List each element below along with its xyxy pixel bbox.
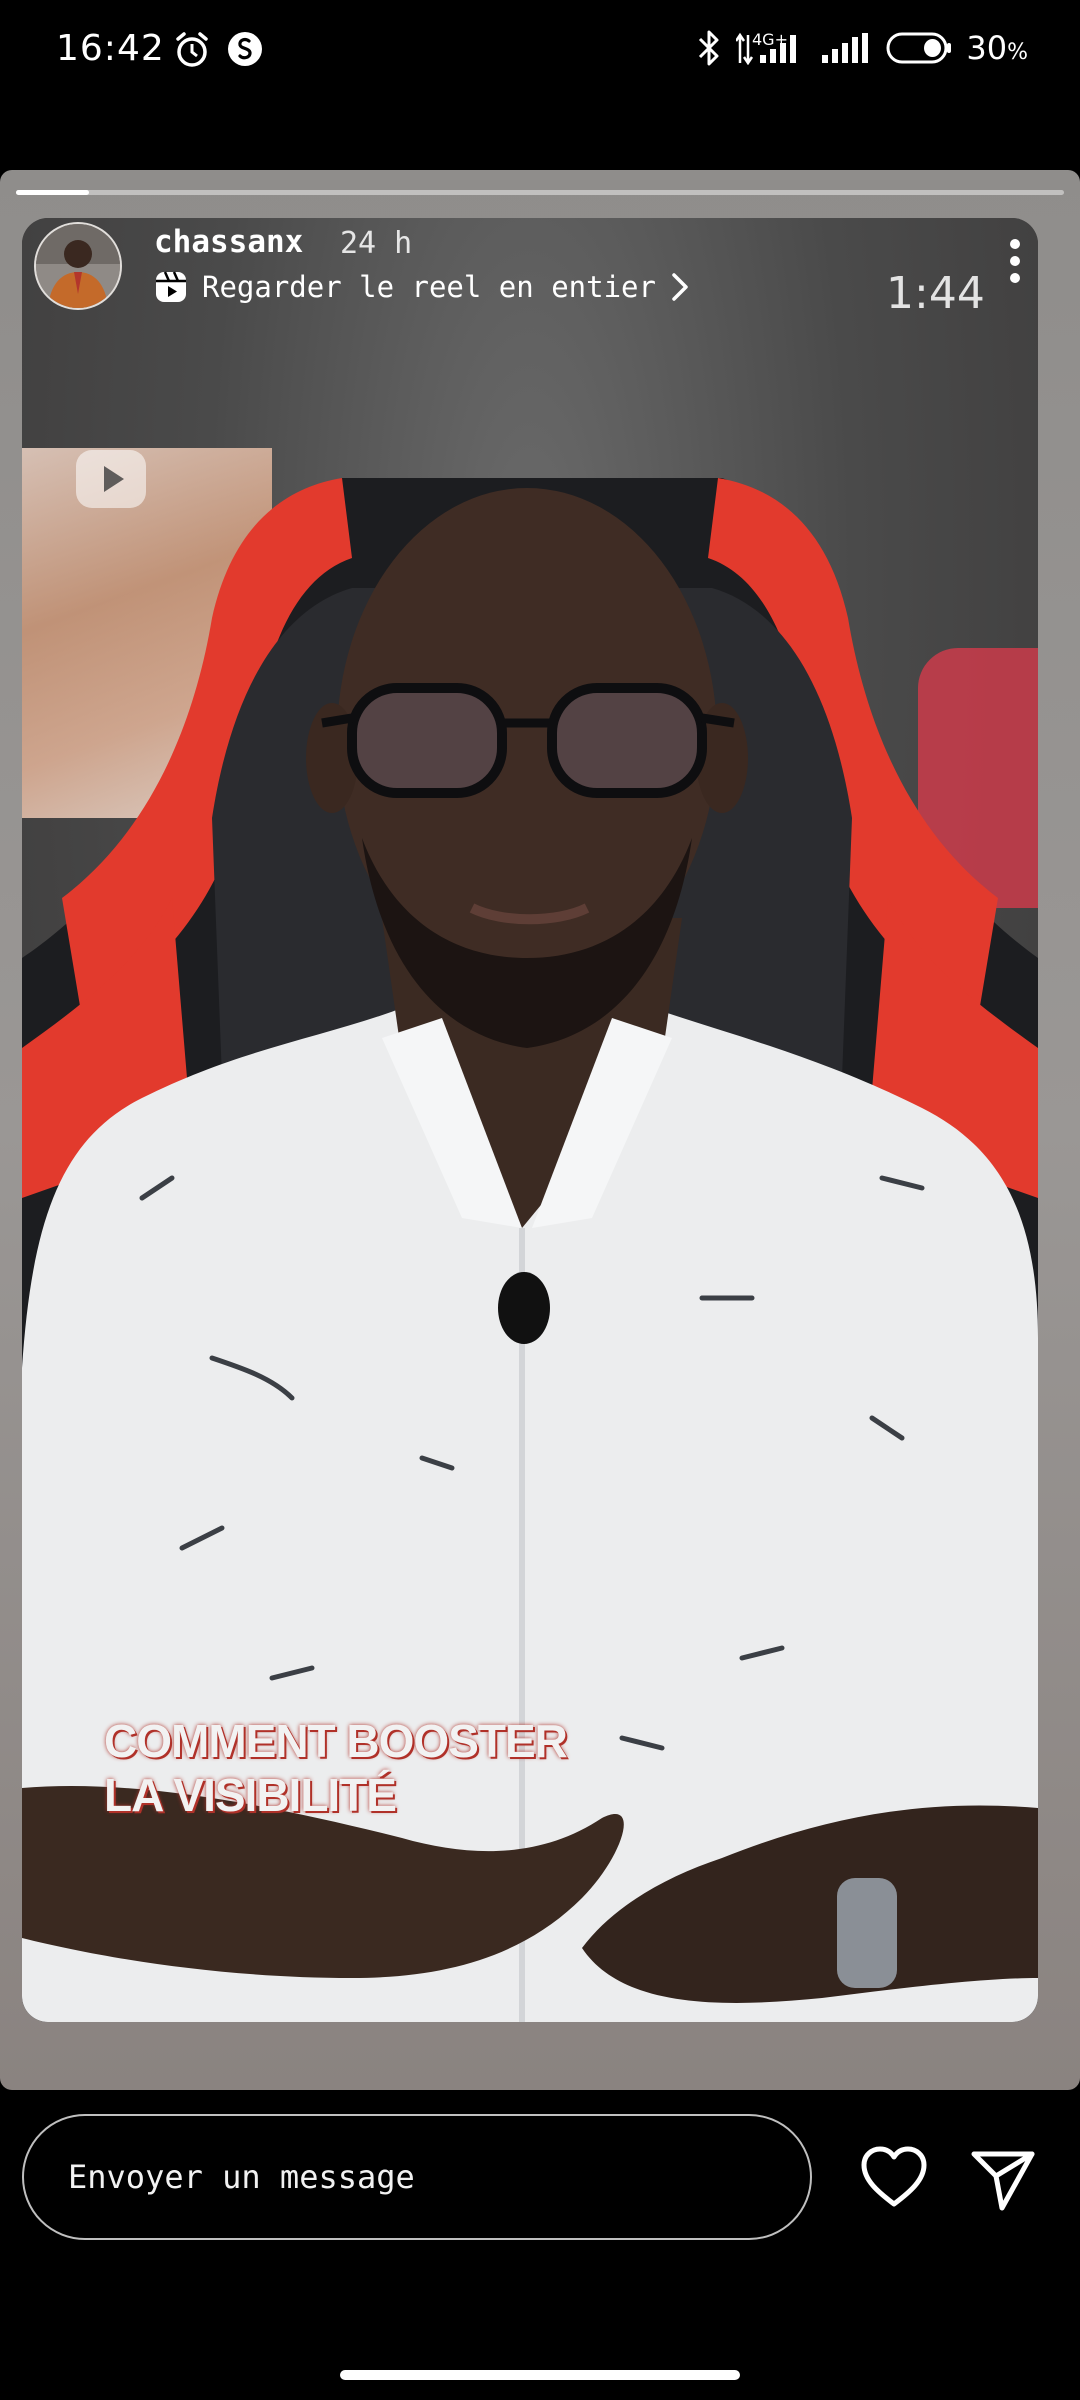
bluetooth-icon [699,30,719,66]
avatar-image [36,224,120,308]
status-left-icons [172,30,264,70]
chevron-right-icon [672,273,688,301]
heart-icon[interactable] [858,2142,930,2214]
status-time: 16:42 [56,28,165,69]
story-progress-fill [16,190,90,195]
status-bar: 16:42 4G+ 30% [0,0,1080,110]
caption-line-1: COMMENT BOOSTER [104,1715,568,1767]
send-icon[interactable] [968,2144,1038,2214]
story-frame[interactable]: COMMENT BOOSTER LA VISIBILITÉ chassanx [0,170,1080,2090]
battery-icon [886,32,952,64]
status-right-icons: 30% [696,28,1028,68]
battery-value: 30 [966,29,1008,67]
caption-line-2: LA VISIBILITÉ [104,1769,397,1821]
more-vertical-icon[interactable] [1000,236,1030,286]
reel-preview-card[interactable]: COMMENT BOOSTER LA VISIBILITÉ chassanx [22,218,1038,2022]
video-caption: COMMENT BOOSTER LA VISIBILITÉ [104,1714,568,1822]
battery-level: 30% [966,29,1028,67]
watch-full-reel-link[interactable]: Regarder le reel en entier [154,270,690,304]
play-badge-icon [76,450,146,508]
home-indicator[interactable] [340,2370,740,2380]
reel-icon [156,271,186,302]
message-input[interactable] [22,2114,812,2240]
story-username[interactable]: chassanx [154,224,303,260]
watch-full-reel-label: Regarder le reel en entier [202,270,656,304]
avatar[interactable] [34,222,122,310]
story-progress-bar [16,190,1064,195]
alarm-icon [176,32,208,67]
video-duration: 1:44 [886,268,985,319]
signal-icon-2 [822,33,869,63]
story-timestamp: 24 h [340,226,413,261]
battery-unit: % [1007,40,1028,65]
signal-icon [736,32,797,65]
shazam-icon [228,32,262,66]
